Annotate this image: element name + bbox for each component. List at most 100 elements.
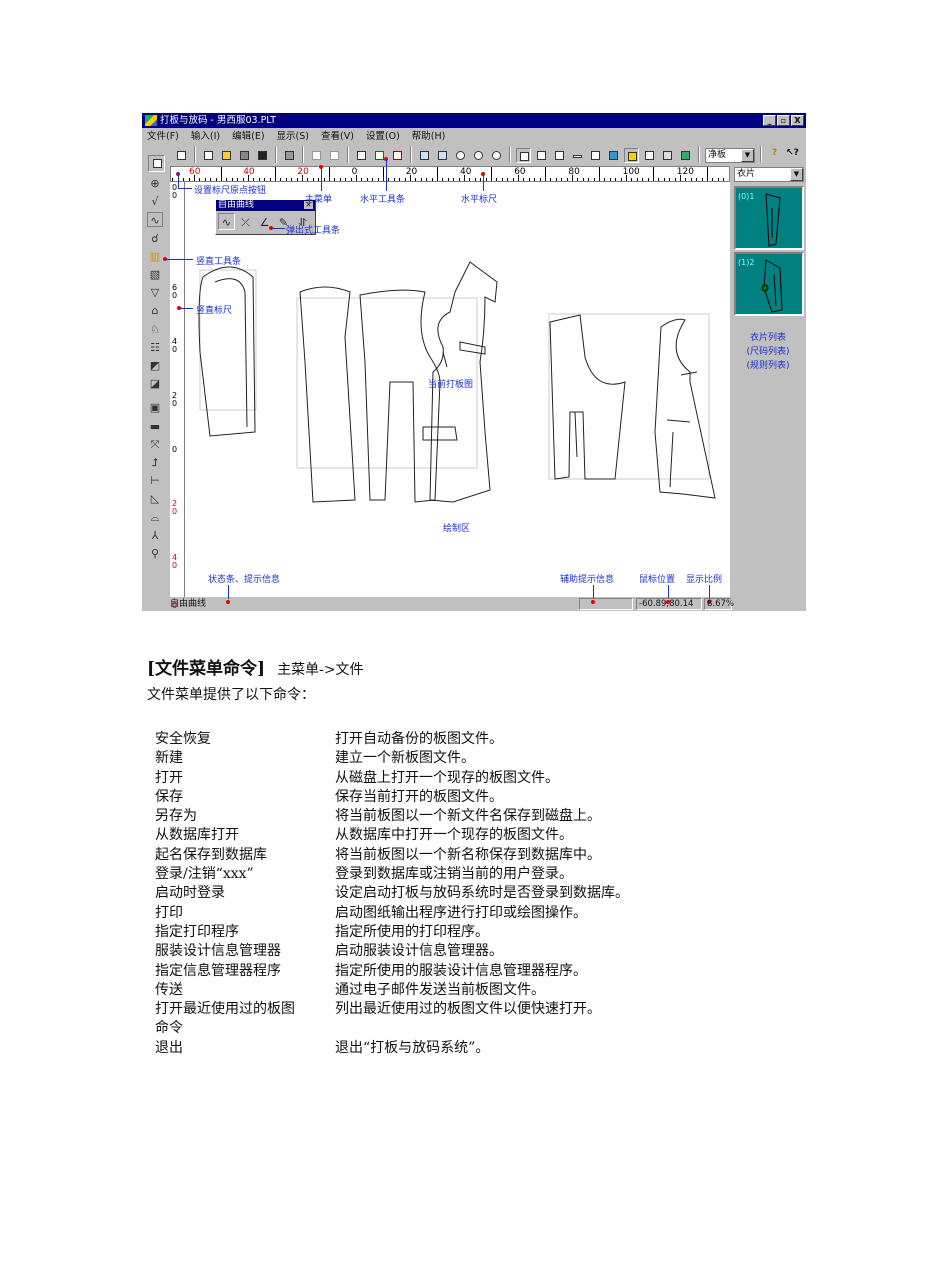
ruler-toggle-icon[interactable] xyxy=(624,147,639,163)
horizontal-toolbar: 净板 ▼ ? ↖? xyxy=(142,145,806,165)
menu-settings[interactable]: 设置(O) xyxy=(366,128,400,145)
annotation-vertical-toolbar: 竖直工具条 xyxy=(196,257,242,267)
dart-tool-icon[interactable]: ▽ xyxy=(147,285,163,300)
pleat-tool-icon[interactable]: ▥ xyxy=(147,249,163,264)
menu-file[interactable]: 文件(F) xyxy=(147,128,179,145)
command-row: 保存 保存当前打开的板图文件。 xyxy=(155,788,675,807)
menu-edit[interactable]: 编辑(E) xyxy=(232,128,264,145)
command-description: 启动服装设计信息管理器。 xyxy=(335,943,503,960)
seam-icon[interactable] xyxy=(570,148,585,163)
bar-tool-icon[interactable]: ▬ xyxy=(147,419,163,434)
redo-icon[interactable] xyxy=(327,148,342,163)
measure-tool-icon[interactable]: ⤧ xyxy=(147,437,163,452)
mode-select[interactable]: 净板 ▼ xyxy=(705,147,755,163)
command-row: 启动时登录 设定启动打板与放码系统时是否登录到数据库。 xyxy=(155,884,675,903)
point-tool-icon[interactable]: ⊕ xyxy=(147,176,163,191)
menu-input[interactable]: 输入(I) xyxy=(191,128,220,145)
open-folder-icon[interactable] xyxy=(219,148,234,163)
app-icon xyxy=(145,115,157,126)
command-name: 安全恢复 xyxy=(155,731,211,747)
print-icon[interactable] xyxy=(282,148,297,163)
button-tool-icon[interactable]: ♘ xyxy=(147,322,163,337)
curve-point-icon[interactable]: ⤫ xyxy=(237,214,254,231)
undo-icon[interactable] xyxy=(309,148,324,163)
grade2-tool-icon[interactable]: ◪ xyxy=(147,376,163,391)
buttonhole-tool-icon[interactable]: ☷ xyxy=(147,340,163,355)
zoom-out-icon[interactable] xyxy=(471,148,486,163)
blue-shape-icon[interactable] xyxy=(606,148,621,163)
help-icon[interactable]: ? xyxy=(767,148,782,163)
menu-help[interactable]: 帮助(H) xyxy=(412,128,446,145)
command-description: 登录到数据库或注销当前的用户登录。 xyxy=(335,866,573,883)
command-row: 新建 建立一个新板图文件。 xyxy=(155,749,675,768)
command-name: 登录/注销“xxx” xyxy=(155,866,254,883)
notch-tool-icon[interactable]: ⌂ xyxy=(147,303,163,318)
triangle-tool-icon[interactable]: ◺ xyxy=(147,491,163,506)
menu-display[interactable]: 显示(S) xyxy=(277,128,309,145)
rotate-tool-icon[interactable]: ⮥ xyxy=(147,455,163,470)
vertical-ruler[interactable]: 0 06 04 02 002 04 00 xyxy=(170,182,185,610)
zoom-icon[interactable] xyxy=(489,148,504,163)
arc-tool-icon[interactable]: ☌ xyxy=(147,231,163,246)
maximize-button[interactable]: ▫ xyxy=(777,115,790,126)
piece-list-panel: (0)1 (1)2 衣片列表 (尺码列表) (规则列表) xyxy=(730,166,806,597)
command-row: 退出 退出“打板与放码系统”。 xyxy=(155,1039,675,1058)
key-icon[interactable] xyxy=(174,148,189,163)
piece-number-icon[interactable] xyxy=(552,148,567,163)
section-heading: [文件菜单命令] 主菜单->文件 xyxy=(147,659,364,679)
zoom-1to1-icon[interactable] xyxy=(417,148,432,163)
grid-icon[interactable] xyxy=(642,148,657,163)
horizontal-ruler[interactable]: 60 40 20 0 20 40 60 80 100 120 xyxy=(170,166,730,182)
ruler-label: 40 xyxy=(460,167,472,177)
curve-tool-icon[interactable]: ∿ xyxy=(147,212,163,228)
intro-text: 文件菜单提供了以下命令： xyxy=(147,687,315,703)
piece-check-icon[interactable] xyxy=(534,148,549,163)
command-description: 打开自动备份的板图文件。 xyxy=(335,731,503,747)
line-tool-icon[interactable]: √ xyxy=(147,194,163,209)
knife-tool-icon[interactable]: ⚲ xyxy=(147,546,163,561)
command-name: 传送 xyxy=(155,981,183,998)
command-name: 起名保存到数据库 xyxy=(155,846,267,863)
title-bar: 打板与放码 - 男西服03.PLT _ ▫ X xyxy=(142,113,806,128)
check-icon[interactable] xyxy=(390,148,405,163)
command-name: 另存为 xyxy=(155,808,197,825)
show-piece-icon[interactable] xyxy=(516,147,531,163)
menu-view[interactable]: 查看(V) xyxy=(321,128,354,145)
minimize-button[interactable]: _ xyxy=(763,115,776,126)
command-name: 打印 xyxy=(155,904,183,921)
command-name: 启动时登录 xyxy=(155,885,225,902)
command-row: 服装设计信息管理器 启动服装设计信息管理器。 xyxy=(155,942,675,961)
app-screenshot: 打板与放码 - 男西服03.PLT _ ▫ X 文件(F) 输入(I) 编辑(E… xyxy=(142,113,806,611)
command-row: 登录/注销“xxx” 登录到数据库或注销当前的用户登录。 xyxy=(155,865,675,884)
select-icon[interactable] xyxy=(354,148,369,163)
command-name: 新建 xyxy=(155,750,183,767)
piece-thumbnail[interactable]: (0)1 xyxy=(734,186,804,250)
fit-window-icon[interactable] xyxy=(435,148,450,163)
page-icon[interactable] xyxy=(660,148,675,163)
arc-measure-tool-icon[interactable]: ⌓ xyxy=(147,510,163,525)
display-scale: 8.67% xyxy=(704,598,734,610)
database-icon[interactable] xyxy=(237,148,252,163)
command-description: 从磁盘上打开一个现存的板图文件。 xyxy=(335,769,559,786)
new-file-icon[interactable] xyxy=(201,148,216,163)
dart-fill-tool-icon[interactable]: ▧ xyxy=(147,267,163,282)
zoom-in-icon[interactable] xyxy=(453,148,468,163)
image-icon[interactable] xyxy=(678,148,693,163)
context-help-icon[interactable]: ↖? xyxy=(785,148,800,163)
close-button[interactable]: X xyxy=(791,115,804,126)
free-curve-icon[interactable]: ∿ xyxy=(218,213,235,230)
grade-tool-icon[interactable]: ◩ xyxy=(147,358,163,373)
command-description: 指定所使用的服装设计信息管理器程序。 xyxy=(335,962,587,979)
command-row: 另存为 将当前板图以一个新文件名保存到磁盘上。 xyxy=(155,807,675,826)
t-square-tool-icon[interactable]: ⊢ xyxy=(147,473,163,488)
save-icon[interactable] xyxy=(255,148,270,163)
command-description: 列出最近使用过的板图文件以便快速打开。 xyxy=(335,1001,601,1018)
annotation-origin: 设置标尺原点按钮 xyxy=(194,186,267,196)
annotation-popup-toolbar: 弹出式工具条 xyxy=(286,226,341,236)
piece-thumbnail[interactable]: (1)2 xyxy=(734,252,804,316)
annotation-aux-info: 辅助提示信息 xyxy=(560,575,615,585)
frame-icon[interactable] xyxy=(588,148,603,163)
compass-tool-icon[interactable]: ⅄ xyxy=(147,528,163,543)
seam-tool-icon[interactable]: ▣ xyxy=(147,400,163,415)
command-description: 设定启动打板与放码系统时是否登录到数据库。 xyxy=(335,885,629,902)
